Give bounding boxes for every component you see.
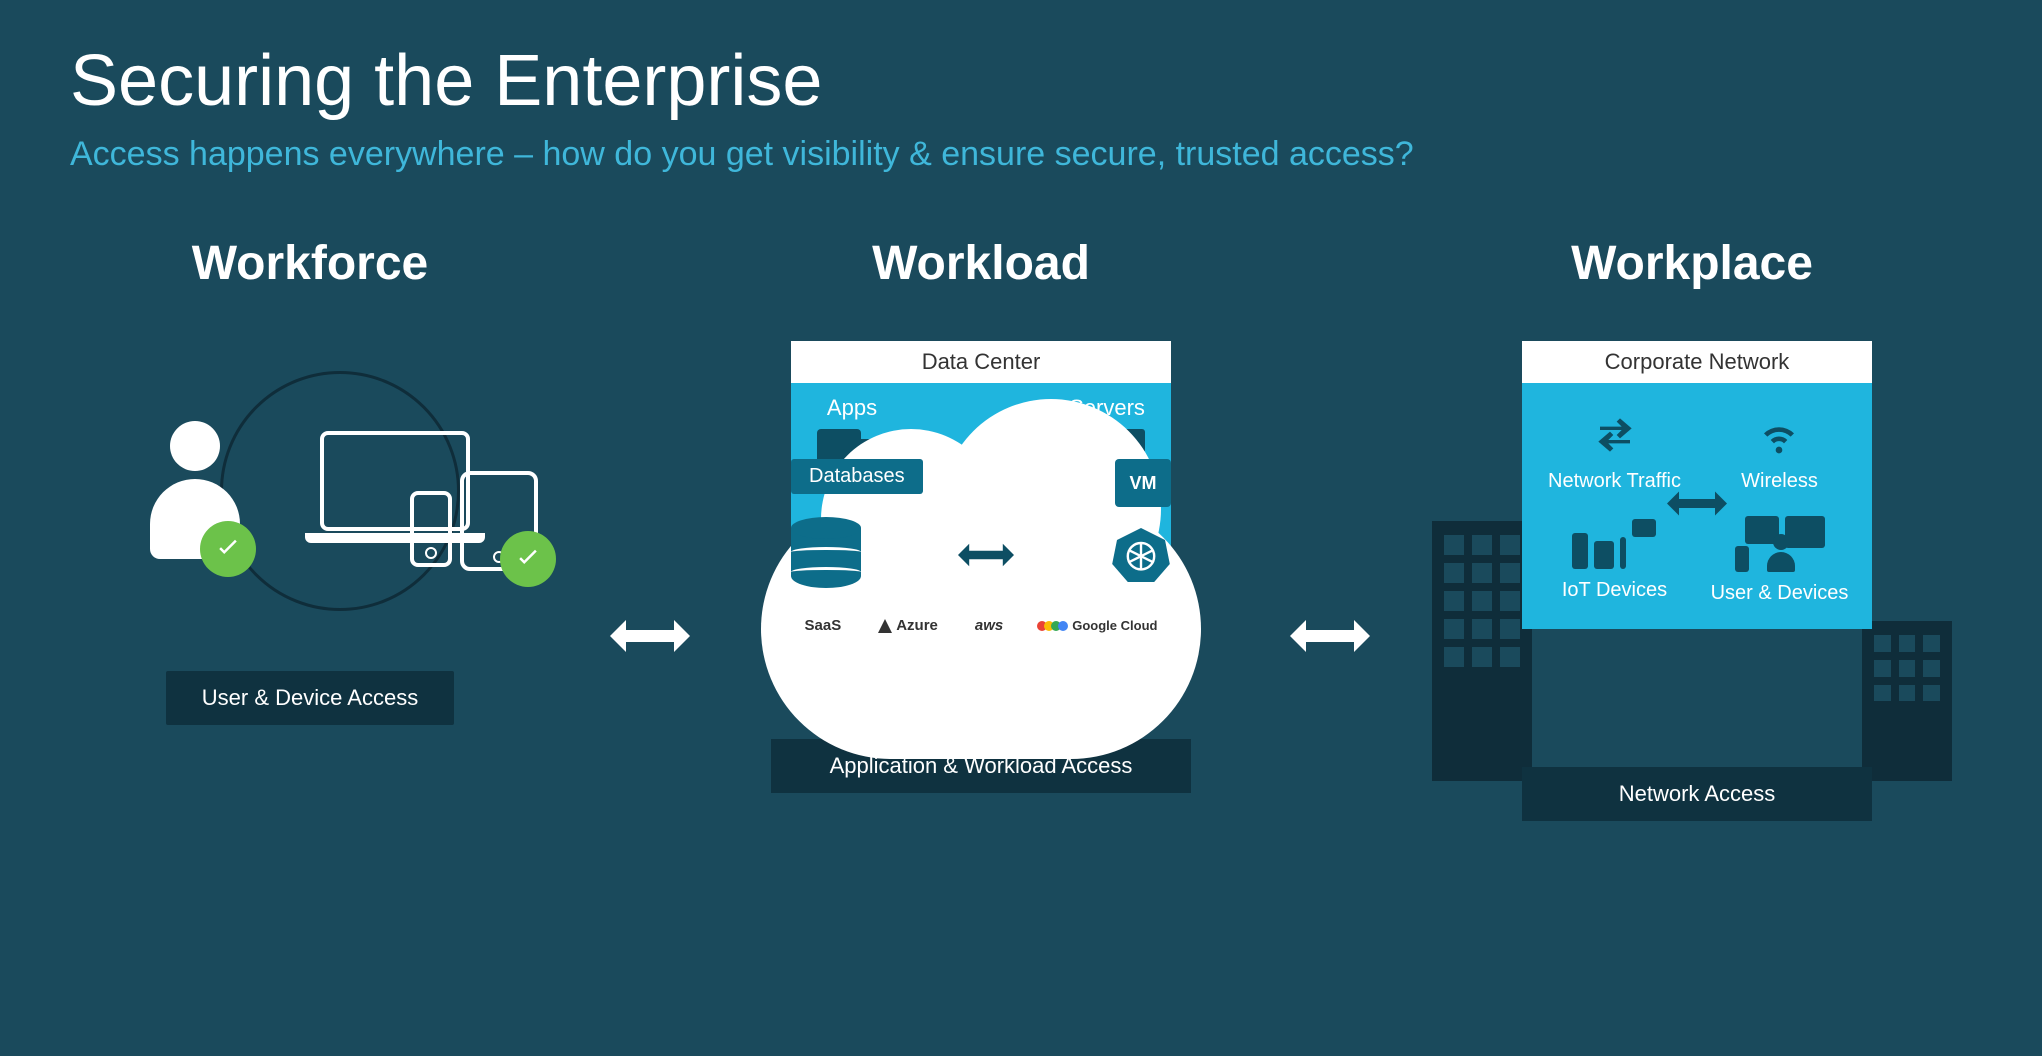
cloud-providers: SaaS Azure aws Google Cloud [791,617,1171,634]
workforce-footer: User & Device Access [166,671,454,725]
saas-label: SaaS [805,617,842,634]
google-cloud-logo: Google Cloud [1040,618,1157,633]
network-traffic-label: Network Traffic [1548,470,1681,493]
workforce-visual [100,341,520,641]
workforce-heading: Workforce [192,236,429,291]
iot-devices-label: IoT Devices [1562,579,1667,602]
traffic-arrows-icon [1595,410,1635,460]
cloud-icon: Databases VM [761,499,1201,759]
workload-visual: Data Center Apps [751,341,1211,793]
corporate-header: Corporate Network [1522,341,1872,383]
azure-logo: Azure [878,617,938,634]
wireless-item: Wireless [1741,410,1818,493]
databases-label: Databases [791,459,923,494]
iot-icon [1572,519,1656,569]
azure-icon [878,619,892,633]
building-icon [1432,521,1532,781]
bi-arrow-icon [610,616,690,661]
apps-label: Apps [827,395,877,421]
workload-heading: Workload [872,236,1090,291]
slide-subtitle: Access happens everywhere – how do you g… [70,132,1470,176]
workplace-column: Workplace Corporate Network Net [1412,236,1972,821]
workplace-footer: Network Access [1522,767,1872,821]
workplace-heading: Workplace [1571,236,1813,291]
aws-logo: aws [975,617,1003,634]
bi-arrow-icon [1667,489,1727,524]
slide-title: Securing the Enterprise [70,40,1972,122]
user-devices-item: User & Devices [1711,516,1849,605]
kubernetes-icon [1111,525,1171,590]
building-icon [1862,621,1952,781]
phone-icon [410,491,452,567]
bi-arrow-icon [1290,616,1370,661]
network-traffic-item: Network Traffic [1548,410,1681,493]
workforce-column: Workforce [70,236,550,725]
wireless-label: Wireless [1741,470,1818,493]
check-badge-icon [200,521,256,577]
google-icon [1040,621,1068,631]
vm-badge: VM [1115,459,1171,507]
corporate-network-box: Corporate Network Network Traffic [1522,341,1872,629]
iot-devices-item: IoT Devices [1562,519,1667,602]
check-badge-icon [500,531,556,587]
user-devices-icon [1735,516,1825,572]
bi-arrow-icon [958,541,1014,574]
devices-icon [310,431,540,581]
wifi-icon [1759,410,1799,460]
workplace-visual: Corporate Network Network Traffic [1432,341,1952,821]
columns-row: Workforce [70,236,1972,821]
user-devices-label: User & Devices [1711,582,1849,605]
database-icon [791,517,861,597]
workload-column: Workload Data Center Apps [731,236,1231,793]
slide: Securing the Enterprise Access happens e… [0,0,2042,1056]
user-icon [150,421,240,559]
datacenter-header: Data Center [791,341,1171,383]
